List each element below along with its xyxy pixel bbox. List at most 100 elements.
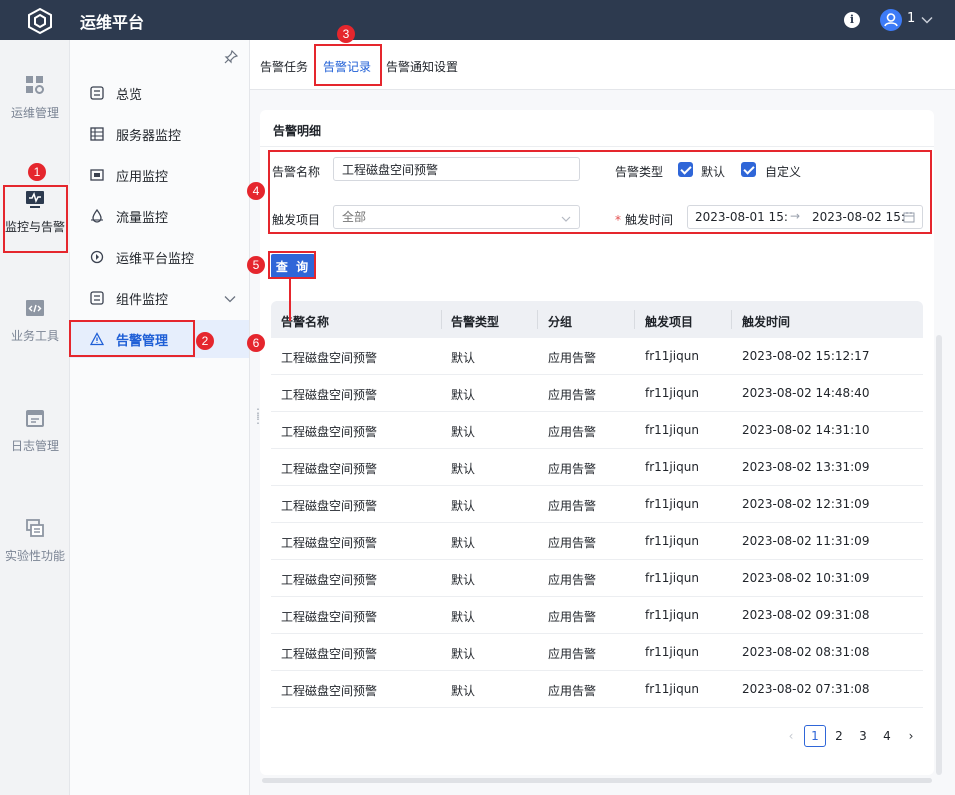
annotation-number: 1 [28,163,46,181]
tab-alert-notification-settings[interactable]: 告警通知设置 [386,58,458,75]
table-cell: 工程磁盘空间预警 [281,388,378,402]
page-button[interactable]: 3 [852,725,874,747]
resize-handle-icon[interactable]: ⋮ ⋮ [252,407,264,425]
annotation-number: 2 [196,332,214,350]
table-cell: fr11jiqun [645,349,699,363]
sidebar-item-app[interactable]: 应用监控 [70,156,249,194]
table-cell: fr11jiqun [645,423,699,437]
annotation-box [314,44,382,86]
page-button[interactable]: 2 [828,725,850,747]
table-cell: fr11jiqun [645,534,699,548]
table-cell: 应用告警 [548,610,597,624]
column-divider [537,310,538,329]
table-cell: 默认 [451,573,476,587]
rail-item-tools[interactable]: 业务工具 [0,297,70,344]
table-cell: 应用告警 [548,684,597,698]
app-title: 运维平台 [80,13,145,32]
prev-page-button[interactable]: ‹ [780,725,802,747]
app-logo-icon [28,7,52,35]
table-cell: 应用告警 [548,388,597,402]
vertical-scrollbar[interactable] [936,335,942,775]
chevron-down-icon[interactable] [920,13,934,27]
table-cell: 默认 [451,462,476,476]
table-cell: 工程磁盘空间预警 [281,351,378,365]
table-cell: 工程磁盘空间预警 [281,573,378,587]
annotation-number: 3 [337,25,355,43]
annotation-number: 6 [247,334,265,352]
sidebar-item-label: 运维平台监控 [116,251,195,267]
sidebar-item-label: 总览 [116,87,143,103]
table-cell: 应用告警 [548,647,597,661]
table-cell: 工程磁盘空间预警 [281,610,378,624]
table-cell: 应用告警 [548,351,597,365]
code-window-icon [26,300,44,316]
table-cell: 默认 [451,647,476,661]
annotation-box [3,185,68,253]
horizontal-scrollbar[interactable] [262,778,932,783]
user-avatar[interactable] [880,9,902,31]
tab-alert-tasks[interactable]: 告警任务 [260,58,308,75]
sidebar-item-label: 服务器监控 [116,128,182,144]
user-name[interactable]: 1 [907,11,915,26]
sidebar-item-platform[interactable]: 运维平台监控 [70,238,249,276]
table-cell: 默认 [451,536,476,550]
table-cell: 2023-08-02 14:31:10 [742,423,870,437]
table-cell: 默认 [451,610,476,624]
column-divider [731,310,732,329]
rail-label: 运维管理 [10,106,59,120]
chevron-down-icon[interactable] [223,292,237,306]
table-cell: 2023-08-02 14:48:40 [742,386,870,400]
sidebar-item-server[interactable]: 服务器监控 [70,115,249,153]
platform-icon [90,250,104,264]
annotation-box [268,251,316,279]
table-cell: 应用告警 [548,573,597,587]
pin-icon[interactable] [224,50,238,64]
table-cell: fr11jiqun [645,682,699,696]
sidebar-item-overview[interactable]: 总览 [70,74,249,112]
table-cell: fr11jiqun [645,608,699,622]
column-divider [441,310,442,329]
table-cell: 2023-08-02 08:31:08 [742,645,870,659]
sidebar-item-traffic[interactable]: 流量监控 [70,197,249,235]
page-button[interactable]: 1 [804,725,826,747]
table-cell: 默认 [451,388,476,402]
table-cell: 默认 [451,499,476,513]
table-cell: fr11jiqun [645,497,699,511]
table-cell: 默认 [451,684,476,698]
table-cell: 2023-08-02 09:31:08 [742,608,870,622]
table-cell: 工程磁盘空间预警 [281,425,378,439]
table-cell: 工程磁盘空间预警 [281,684,378,698]
table-cell: fr11jiqun [645,386,699,400]
user-icon [884,13,898,27]
page-button[interactable]: 4 [876,725,898,747]
column-header: 触发时间 [742,315,791,329]
annotation-box [268,150,932,234]
table-cell: fr11jiqun [645,645,699,659]
annotation-connector [289,279,291,321]
table-header [271,301,923,338]
rail-label: 实验性功能 [4,549,65,563]
flow-icon [91,209,103,223]
component-icon [90,291,104,305]
rail-item-ops[interactable]: 运维管理 [0,74,70,121]
table-cell: fr11jiqun [645,460,699,474]
divider [260,146,934,147]
info-icon[interactable]: i [844,12,860,28]
column-header: 告警类型 [451,315,500,329]
table-cell: 工程磁盘空间预警 [281,536,378,550]
rail-label: 日志管理 [10,439,59,453]
table-cell: 2023-08-02 15:12:17 [742,349,870,363]
table-cell: 2023-08-02 12:31:09 [742,497,870,511]
sidebar-item-label: 流量监控 [116,210,169,226]
sidebar-item-label: 组件监控 [116,292,169,308]
table-cell: 默认 [451,351,476,365]
table-cell: 2023-08-02 07:31:08 [742,682,870,696]
rail-item-experimental[interactable]: 实验性功能 [0,517,70,564]
next-page-button[interactable]: › [900,725,922,747]
sidebar-item-label: 应用监控 [116,169,169,185]
table-cell: 默认 [451,425,476,439]
table-cell: 工程磁盘空间预警 [281,499,378,513]
rail-item-logs[interactable]: 日志管理 [0,407,70,454]
table-cell: fr11jiqun [645,571,699,585]
secondary-nav [70,40,250,795]
